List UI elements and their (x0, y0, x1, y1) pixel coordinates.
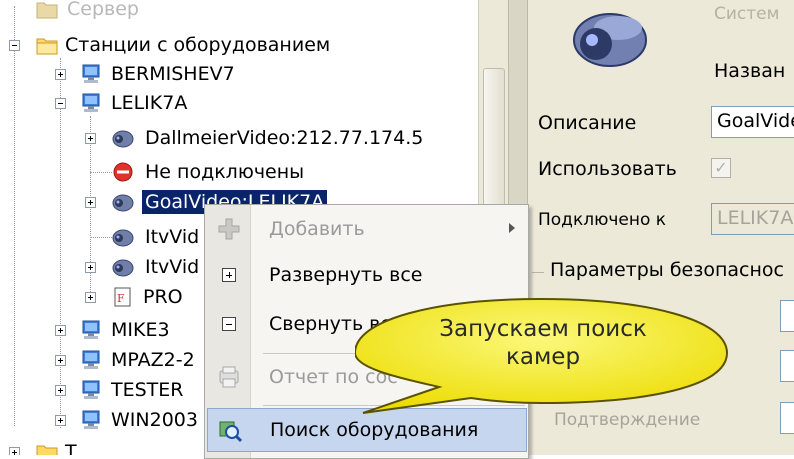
submenu-arrow-icon (509, 223, 515, 233)
svg-text:F: F (117, 292, 125, 305)
tree-item-itvvideo[interactable]: ItvVid (112, 222, 202, 252)
tree-item-label: TESTER (111, 379, 184, 401)
tree-item-label: ItvVid (145, 256, 200, 278)
tree-item-label: Сервер (67, 0, 139, 20)
computer-icon (82, 64, 100, 83)
tree-line (90, 237, 112, 238)
expand-toggle[interactable] (55, 385, 66, 396)
section-title: Систем (714, 4, 780, 24)
name-label: Назван (714, 60, 786, 82)
connected-to-label: Подключено к (538, 210, 667, 230)
tree-item-lelik7a[interactable]: LELIK7A (80, 88, 190, 118)
security-field[interactable] (780, 350, 794, 382)
confirm-field[interactable] (780, 402, 794, 434)
tree-item-tester[interactable]: TESTER (80, 375, 186, 405)
tree-line (14, 6, 15, 426)
collapse-all-icon (217, 312, 241, 336)
camera-icon (112, 194, 134, 212)
tree-item-win2003[interactable]: WIN2003 (80, 405, 201, 435)
computer-icon (82, 410, 100, 429)
collapse-toggle[interactable] (9, 40, 20, 51)
camera-icon (112, 130, 134, 148)
tree-item-label: BERMISHEV7 (111, 63, 235, 85)
computer-icon (82, 380, 100, 399)
expand-toggle[interactable] (55, 355, 66, 366)
tree-item-mpaz2[interactable]: MPAZ2-2 (80, 345, 198, 375)
tree-item-label: PRO (143, 286, 183, 308)
expand-toggle[interactable] (55, 325, 66, 336)
tree-item-label: LELIK7A (111, 92, 188, 114)
use-label: Использовать (538, 158, 677, 180)
expand-toggle[interactable] (9, 447, 20, 455)
tree-item-mike3[interactable]: MIKE3 (80, 315, 173, 345)
folder-icon (36, 445, 58, 455)
tree-item-bermishev7[interactable]: BERMISHEV7 (80, 59, 238, 89)
computer-icon (82, 350, 100, 369)
description-field[interactable]: GoalVide (711, 106, 794, 138)
report-icon (219, 366, 239, 388)
callout-text: Запускаем поиск камер (403, 315, 683, 371)
tree-line (90, 172, 112, 173)
tree-item-not-connected[interactable]: Не подключены (112, 157, 307, 187)
search-equipment-icon (219, 421, 242, 443)
add-icon (218, 218, 240, 240)
menu-item-label: Развернуть все (269, 264, 423, 286)
folder-icon (36, 2, 58, 19)
menu-item-add[interactable]: Добавить (207, 207, 527, 251)
connected-to-field: LELIK7A (711, 203, 794, 235)
expand-toggle[interactable] (85, 292, 96, 303)
tree-line (60, 58, 61, 428)
tree-item-label: Станции с оборудованием (65, 34, 331, 56)
tree-item-label: Не подключены (145, 161, 305, 183)
tree-item-label: ItvVid (145, 226, 200, 248)
computer-icon (82, 320, 100, 339)
camera-icon (112, 259, 134, 277)
tree-item-label: Т (65, 441, 77, 455)
folder-icon (36, 38, 58, 55)
tree-item-server[interactable]: Сервер (36, 0, 142, 24)
tree-item-stations[interactable]: Станции с оборудованием (36, 30, 333, 60)
tree-item-itvvideo[interactable]: ItvVid (112, 252, 202, 282)
group-divider (532, 272, 544, 273)
tree-item-label: MIKE3 (111, 319, 170, 341)
tree-item-label: WIN2003 (111, 409, 198, 431)
callout-bubble: Запускаем поиск камер (355, 295, 775, 425)
tree-item-label: DallmeierVideo:212.77.174.5 (145, 127, 424, 149)
use-checkbox[interactable]: ✓ (711, 158, 731, 178)
tree-item-dallmeier[interactable]: DallmeierVideo:212.77.174.5 (112, 123, 426, 153)
callout-line: Запускаем поиск (439, 316, 647, 342)
report-icon: F (114, 287, 131, 307)
expand-toggle[interactable] (55, 415, 66, 426)
video-camera-icon (573, 13, 647, 67)
menu-item-label: Добавить (269, 218, 365, 240)
description-label: Описание (538, 112, 637, 134)
computer-icon (82, 93, 100, 112)
tree-item-pro[interactable]: F PRO (112, 282, 186, 312)
camera-icon (112, 229, 134, 247)
tree-item-folder[interactable]: Т (36, 437, 80, 455)
tree-item-label: MPAZ2-2 (111, 349, 195, 371)
callout-line: камер (505, 344, 581, 370)
security-group-label: Параметры безопаснос (550, 259, 784, 281)
no-entry-icon (113, 162, 133, 182)
security-field[interactable] (780, 300, 794, 332)
expand-toggle[interactable] (55, 69, 66, 80)
expand-all-icon (217, 263, 241, 287)
expand-toggle[interactable] (85, 262, 96, 273)
menu-item-expand-all[interactable]: Развернуть все (207, 253, 527, 297)
expand-toggle[interactable] (85, 133, 96, 144)
expand-toggle[interactable] (85, 197, 96, 208)
collapse-toggle[interactable] (55, 98, 66, 109)
